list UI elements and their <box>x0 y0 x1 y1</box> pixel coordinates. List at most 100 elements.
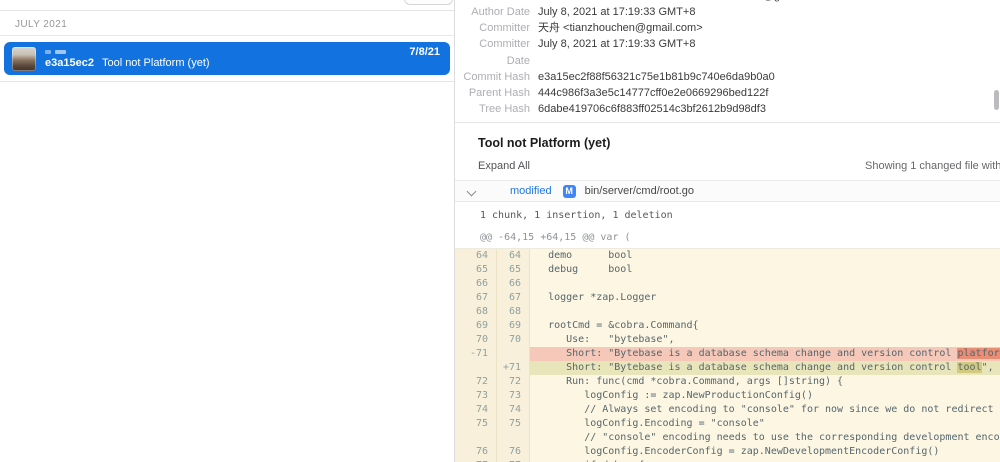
modified-badge-icon: M <box>563 185 576 198</box>
git-client-window: JULY 2021 e3a15ec2 Tool not Platform (ye… <box>0 0 1000 462</box>
author-name-redacted <box>45 49 210 54</box>
new-line-number <box>497 431 530 445</box>
file-diff-header[interactable]: modified M bin/server/cmd/root.go <box>455 180 1000 202</box>
diff-line: // "console" encoding needs to use the c… <box>455 431 1000 445</box>
redact-chip <box>45 50 51 54</box>
new-line-number: 66 <box>497 277 530 291</box>
new-line-number: 69 <box>497 319 530 333</box>
metadata-value: July 8, 2021 at 17:19:33 GMT+8 <box>538 36 695 68</box>
diff-line: 7575 logConfig.Encoding = "console" <box>455 417 1000 431</box>
metadata-row: Parent Hash 444c986f3a3e5c14777cff0e2e066… <box>455 85 1000 101</box>
metadata-row: Tree Hash 6dabe419706c6f883ff02514c3bf261… <box>455 101 1000 117</box>
metadata-value: 6dabe419706c6f883ff02514c3bf2612b9d98df3 <box>538 101 766 117</box>
diff-line: 7272 Run: func(cmd *cobra.Command, args … <box>455 375 1000 389</box>
diff-line: 7676 logConfig.EncoderConfig = zap.NewDe… <box>455 445 1000 459</box>
diff-line-content: logger *zap.Logger <box>530 291 1000 305</box>
word-diff-highlight: tool <box>957 362 981 373</box>
metadata-row: Committer 天舟 <tianzhouchen@gmail.com> <box>455 20 1000 36</box>
commit-message: Tool not Platform (yet) <box>102 57 210 69</box>
hunk-header: @@ -64,15 +64,15 @@ var ( <box>455 228 1000 249</box>
diff-line: 6565 debug bool <box>455 263 1000 277</box>
new-line-number: 73 <box>497 389 530 403</box>
metadata-label: Committer <box>455 20 530 36</box>
metadata-label: Author Date <box>455 4 530 20</box>
diff-line-content: Short: "Bytebase is a database schema ch… <box>530 347 1000 361</box>
new-line-number: 68 <box>497 305 530 319</box>
diff-line: -71 Short: "Bytebase is a database schem… <box>455 347 1000 361</box>
diff-line-content: logConfig.EncoderConfig = zap.NewDevelop… <box>530 445 1000 459</box>
old-line-number <box>455 361 497 375</box>
chevron-down-icon[interactable] <box>468 186 476 194</box>
metadata-row: Commit Hashe3a15ec2f88f56321c75e1b81b9c7… <box>455 69 1000 85</box>
diff-view: 6464 demo bool6565 debug bool66666767 lo… <box>455 249 1000 462</box>
diff-line: 7373 logConfig := zap.NewProductionConfi… <box>455 389 1000 403</box>
metadata-value: 444c986f3a3e5c14777cff0e2e0669296bed122f <box>538 85 768 101</box>
metadata-label: Tree Hash <box>455 101 530 117</box>
new-line-number: 74 <box>497 403 530 417</box>
commit-detail-panel: <tianzhouchen@gmail.com> Author Date July… <box>455 0 1000 462</box>
diff-line-content <box>530 277 1000 291</box>
scrollbar-thumb[interactable] <box>994 90 999 110</box>
old-line-number: 74 <box>455 403 497 417</box>
old-line-number: 70 <box>455 333 497 347</box>
commit-list-panel: JULY 2021 e3a15ec2 Tool not Platform (ye… <box>0 0 455 462</box>
diff-line-content: Run: func(cmd *cobra.Command, args []str… <box>530 375 1000 389</box>
diff-line: 7070 Use: "bytebase", <box>455 333 1000 347</box>
diff-line: +71 Short: "Bytebase is a database schem… <box>455 361 1000 375</box>
clipped-author-row: <tianzhouchen@gmail.com> <box>691 0 851 3</box>
file-path: bin/server/cmd/root.go <box>585 185 694 197</box>
metadata-label: Parent Hash <box>455 85 530 101</box>
diff-line-content: // "console" encoding needs to use the c… <box>530 431 1000 445</box>
section-divider <box>455 122 1000 123</box>
old-line-number: -71 <box>455 347 497 361</box>
redact-chip <box>55 50 66 54</box>
commit-date: 7/8/21 <box>409 46 440 58</box>
clipped-filter-box[interactable] <box>404 0 453 5</box>
diff-stats: 1 chunk, 1 insertion, 1 deletion <box>480 210 1000 221</box>
old-line-number: 75 <box>455 417 497 431</box>
commit-list-item-selected[interactable]: e3a15ec2 Tool not Platform (yet) 7/8/21 <box>4 42 450 75</box>
metadata-value: July 8, 2021 at 17:19:33 GMT+8 <box>538 4 695 20</box>
new-line-number: 67 <box>497 291 530 305</box>
diff-line-content <box>530 305 1000 319</box>
old-line-number: 68 <box>455 305 497 319</box>
diff-line-content: demo bool <box>530 249 1000 263</box>
diff-line-content: // Always set encoding to "console" for … <box>530 403 1000 417</box>
diff-toolbar: Expand All Showing 1 changed file with 1… <box>455 160 1000 174</box>
diff-line-content: Short: "Bytebase is a database schema ch… <box>530 361 1000 375</box>
commit-summary-line: e3a15ec2 Tool not Platform (yet) <box>45 57 210 69</box>
diff-line-content: debug bool <box>530 263 1000 277</box>
commit-group-header: JULY 2021 <box>0 10 454 36</box>
metadata-value: 天舟 <tianzhouchen@gmail.com> <box>538 20 703 36</box>
old-line-number: 65 <box>455 263 497 277</box>
commit-title: Tool not Platform (yet) <box>478 136 1000 150</box>
old-line-number: 76 <box>455 445 497 459</box>
new-line-number <box>497 347 530 361</box>
diff-line-content: Use: "bytebase", <box>530 333 1000 347</box>
diff-line: 7474 // Always set encoding to "console"… <box>455 403 1000 417</box>
commit-item-text: e3a15ec2 Tool not Platform (yet) <box>45 48 210 69</box>
new-line-number: 65 <box>497 263 530 277</box>
new-line-number: +71 <box>497 361 530 375</box>
diff-line: 6666 <box>455 277 1000 291</box>
new-line-number: 76 <box>497 445 530 459</box>
metadata-row: Committer DateJuly 8, 2021 at 17:19:33 G… <box>455 36 1000 68</box>
metadata-label: Committer Date <box>455 36 530 68</box>
new-line-number: 70 <box>497 333 530 347</box>
author-avatar <box>12 47 36 71</box>
old-line-number: 72 <box>455 375 497 389</box>
commit-metadata: Author Date July 8, 2021 at 17:19:33 GMT+… <box>455 0 1000 117</box>
diff-line: 6464 demo bool <box>455 249 1000 263</box>
word-diff-highlight: platform <box>957 348 1000 359</box>
new-line-number: 75 <box>497 417 530 431</box>
old-line-number: 73 <box>455 389 497 403</box>
clipped-author-email: <tianzhouchen@gmail.com> <box>691 0 851 2</box>
diff-line: 6767 logger *zap.Logger <box>455 291 1000 305</box>
diff-line-content: logConfig := zap.NewProductionConfig() <box>530 389 1000 403</box>
old-line-number: 66 <box>455 277 497 291</box>
old-line-number: 69 <box>455 319 497 333</box>
old-line-number: 67 <box>455 291 497 305</box>
expand-all-button[interactable]: Expand All <box>478 160 530 172</box>
list-divider <box>0 81 454 82</box>
metadata-row: Author Date July 8, 2021 at 17:19:33 GMT+… <box>455 4 1000 20</box>
